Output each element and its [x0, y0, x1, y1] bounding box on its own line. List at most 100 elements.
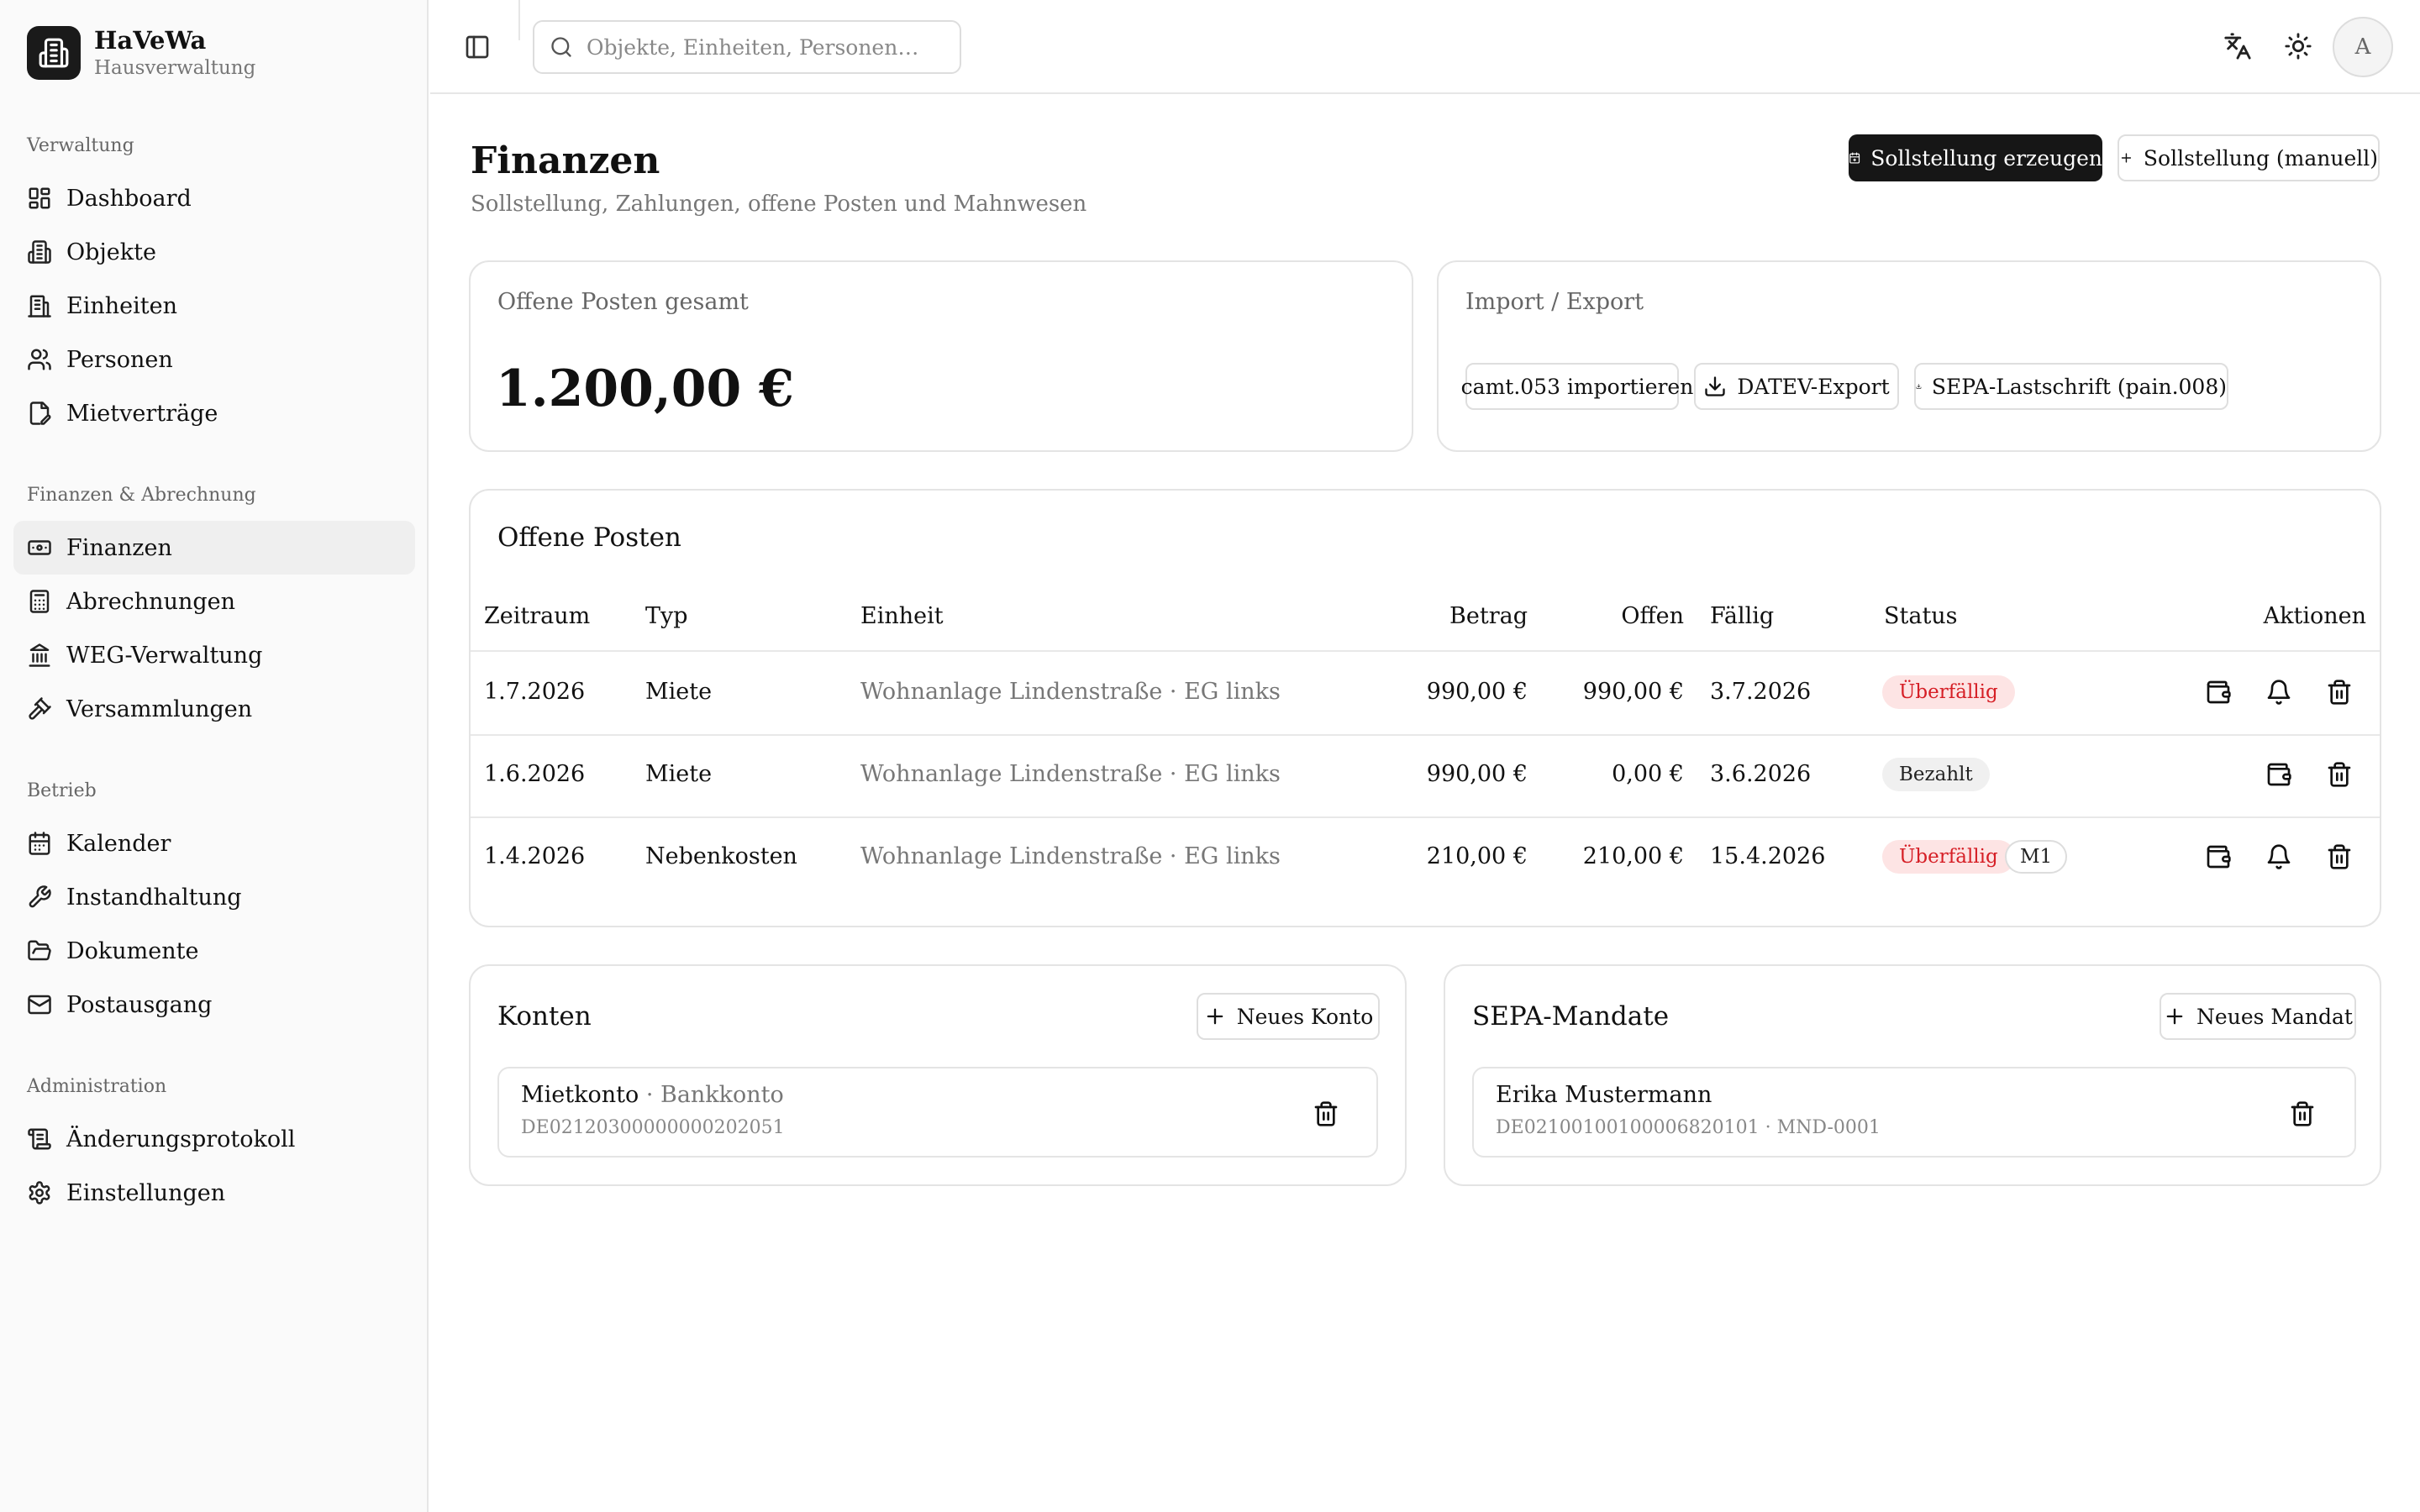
nav-group-title: Administration [27, 1076, 167, 1097]
new-account-button[interactable]: Neues Konto [1197, 993, 1380, 1040]
mandate-details: DE02100100100006820101 · MND-0001 [1496, 1117, 1881, 1138]
brand-subtitle: Hausverwaltung [94, 57, 256, 79]
sidebar-toggle-icon[interactable] [464, 34, 491, 60]
trash-icon[interactable] [1313, 1100, 1339, 1127]
scroll-icon [28, 1128, 51, 1150]
brand[interactable]: HaVeWa Hausverwaltung [27, 25, 255, 81]
camt-import-button[interactable]: camt.053 importieren [1461, 363, 1693, 410]
datev-export-button[interactable]: DATEV-Export [1694, 363, 1899, 410]
wallet-icon[interactable] [2205, 843, 2232, 870]
button-label: Sollstellung (manuell) [2143, 145, 2378, 171]
list-item: Mietkonto · Bankkonto DE0212030000000020… [497, 1067, 1378, 1158]
banknote-icon [28, 540, 51, 555]
sidebar-item-einstellungen[interactable]: Einstellungen [13, 1166, 415, 1220]
sidebar-item-mietvertraege[interactable]: Mietverträge [13, 386, 415, 440]
divider [518, 0, 520, 40]
cell-type: Nebenkosten [645, 843, 797, 869]
search-box[interactable] [533, 20, 961, 74]
sepa-mandates-card: SEPA-Mandate Neues Mandat Erika Musterma… [1444, 964, 2381, 1186]
gavel-icon [29, 697, 51, 720]
account-name: Mietkonto · Bankkonto [521, 1082, 784, 1108]
language-icon[interactable] [2223, 32, 2252, 60]
sidebar-item-label: Einstellungen [66, 1179, 226, 1206]
brand-name: HaVeWa [94, 26, 207, 55]
wallet-icon[interactable] [2265, 761, 2292, 788]
column-header-amount: Betrag [1449, 603, 1528, 629]
calculator-icon [29, 590, 50, 613]
column-header-open: Offen [1621, 603, 1684, 629]
search-icon [551, 37, 571, 57]
button-label: Neues Konto [1236, 1004, 1374, 1029]
cell-due: 15.4.2026 [1710, 843, 1826, 869]
cell-type: Miete [645, 679, 713, 705]
avatar[interactable]: A [2333, 17, 2393, 77]
sidebar-item-label: Mietverträge [66, 400, 218, 427]
button-label: SEPA-Lastschrift (pain.008) [1931, 374, 2227, 399]
list-item: Erika Mustermann DE02100100100006820101 … [1472, 1067, 2356, 1158]
column-header-due: Fällig [1710, 603, 1775, 629]
accounts-card: Konten Neues Konto Mietkonto · Bankkonto… [469, 964, 1407, 1186]
sidebar-item-versammlungen[interactable]: Versammlungen [13, 682, 415, 736]
sidebar-item-label: Personen [66, 346, 173, 373]
users-icon [28, 349, 51, 370]
sidebar-item-objekte[interactable]: Objekte [13, 225, 415, 279]
nav-group-finanzen: Finanzen & Abrechnung Finanzen Abrechnun… [13, 482, 415, 736]
sidebar: HaVeWa Hausverwaltung Verwaltung Dashboa… [0, 0, 429, 1512]
mandate-name: Erika Mustermann [1496, 1082, 1712, 1108]
open-items-total-card: Offene Posten gesamt 1.200,00 € [469, 260, 1413, 452]
sidebar-item-abrechnungen[interactable]: Abrechnungen [13, 575, 415, 628]
trash-icon[interactable] [2326, 843, 2353, 870]
nav-group-verwaltung: Verwaltung Dashboard Objekte Einheiten P… [13, 133, 415, 440]
account-iban: DE02120300000000202051 [521, 1117, 785, 1138]
wallet-icon[interactable] [2205, 679, 2232, 706]
sidebar-item-finanzen[interactable]: Finanzen [13, 521, 415, 575]
cell-unit: Wohnanlage Lindenstraße · EG links [860, 679, 1281, 705]
account-title: Mietkonto [521, 1082, 639, 1108]
sidebar-item-label: Abrechnungen [66, 588, 235, 615]
cell-unit: Wohnanlage Lindenstraße · EG links [860, 761, 1281, 787]
cell-unit: Wohnanlage Lindenstraße · EG links [860, 843, 1281, 869]
sidebar-item-aenderungsprotokoll[interactable]: Änderungsprotokoll [13, 1112, 415, 1166]
sidebar-item-kalender[interactable]: Kalender [13, 816, 415, 870]
separator: · [639, 1082, 660, 1108]
sidebar-item-dashboard[interactable]: Dashboard [13, 171, 415, 225]
sidebar-item-postausgang[interactable]: Postausgang [13, 978, 415, 1032]
manual-sollstellung-button[interactable]: Sollstellung (manuell) [2118, 134, 2380, 181]
status-badge: Überfällig [1882, 675, 2015, 709]
download-icon [1916, 384, 1922, 389]
trash-icon[interactable] [2289, 1100, 2316, 1127]
sun-icon[interactable] [2284, 32, 2312, 60]
bell-icon[interactable] [2265, 843, 2292, 870]
bell-icon[interactable] [2265, 679, 2292, 706]
total-open-value: 1.200,00 € [496, 360, 794, 418]
cell-open: 990,00 € [1582, 679, 1684, 705]
page-subtitle: Sollstellung, Zahlungen, offene Posten u… [471, 192, 1087, 217]
nav-group-administration: Administration Änderungsprotokoll Einste… [13, 1074, 415, 1220]
sidebar-item-einheiten[interactable]: Einheiten [13, 279, 415, 333]
generate-sollstellung-button[interactable]: Sollstellung erzeugen [1849, 134, 2102, 181]
cell-type: Miete [645, 761, 713, 787]
status-badge: Bezahlt [1882, 758, 1990, 791]
cell-open: 0,00 € [1612, 761, 1684, 787]
sidebar-item-weg-verwaltung[interactable]: WEG-Verwaltung [13, 628, 415, 682]
trash-icon[interactable] [2326, 761, 2353, 788]
new-mandate-button[interactable]: Neues Mandat [2160, 993, 2356, 1040]
button-label: camt.053 importieren [1460, 374, 1694, 399]
sidebar-item-instandhaltung[interactable]: Instandhaltung [13, 870, 415, 924]
sidebar-item-label: Dashboard [66, 185, 192, 212]
topbar: A [430, 0, 2420, 94]
dunning-level-badge: M1 [2005, 840, 2068, 874]
cell-open: 210,00 € [1582, 843, 1684, 869]
column-header-unit: Einheit [860, 603, 944, 629]
search-input[interactable] [587, 34, 939, 60]
sidebar-item-label: Änderungsprotokoll [66, 1126, 296, 1152]
wrench-icon [29, 885, 51, 908]
sidebar-item-personen[interactable]: Personen [13, 333, 415, 386]
table-divider [471, 816, 2380, 818]
sepa-export-button[interactable]: SEPA-Lastschrift (pain.008) [1914, 363, 2228, 410]
file-signature-icon [29, 402, 51, 425]
calendar-plus-icon [1849, 152, 1860, 164]
trash-icon[interactable] [2326, 679, 2353, 706]
status-badge: Überfällig [1882, 840, 2015, 874]
sidebar-item-dokumente[interactable]: Dokumente [13, 924, 415, 978]
